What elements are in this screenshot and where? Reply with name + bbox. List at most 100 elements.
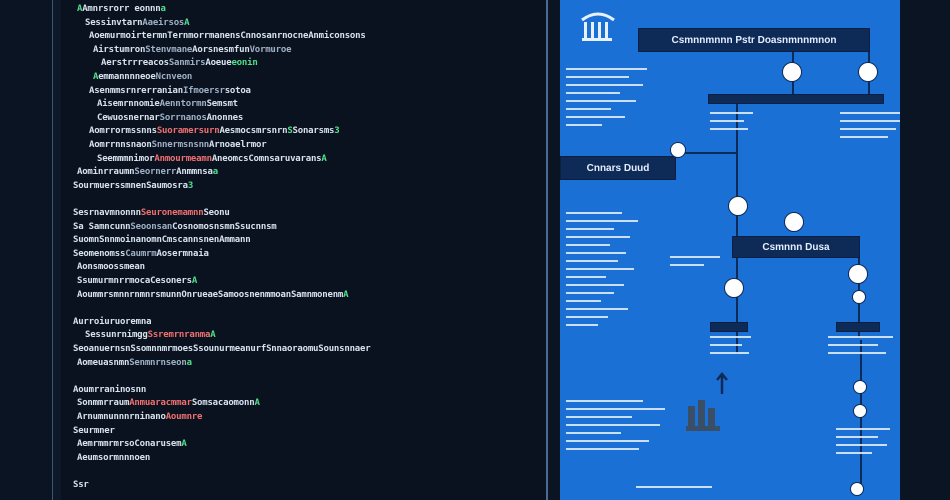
flow-node[interactable] [852, 290, 866, 304]
branch-bar [708, 94, 884, 104]
code-line[interactable]: Arnumnunnnrninano Aoumnre [77, 412, 202, 423]
code-line[interactable]: A emmannnneoe Ncnveon [93, 72, 192, 83]
code-line[interactable]: Sonmmrraum Anmuaracmmar Somsacaomonn A [77, 398, 260, 409]
code-line[interactable]: Aoemurmoirtermn Ternmorrmanens Cnnosanrn… [89, 31, 366, 42]
code-line[interactable]: Aomeuasnmn Senmnrnseon a [77, 358, 192, 369]
code-line[interactable]: Seoanuernsn Ssomnnmrmoes Ssounurmeanurf … [73, 344, 371, 355]
header-box[interactable]: Csmnnmnnn Pstr Doasnmnnmnon [638, 28, 870, 52]
code-token: Sonmmrraum [77, 398, 130, 409]
code-token: Stenvmane [145, 44, 193, 55]
code-token: Aonsmoossmean [77, 262, 145, 273]
flow-node[interactable] [728, 196, 748, 216]
code-line[interactable]: Aerstrrreacos Sanmirs Aoeue eonin [101, 58, 258, 69]
pane-divider[interactable] [548, 0, 560, 500]
mid-box-label: Csmnnn Dusa [762, 241, 830, 253]
code-line[interactable]: Sourmuerssmnen Saumosra 3 [73, 181, 193, 192]
code-line[interactable]: Sessunrnimgg Ssremrnranma A [85, 330, 216, 341]
code-token: Aesmocsmrsnrn [219, 126, 288, 137]
code-token: Aaeirsos [142, 17, 185, 28]
code-token: Sesrnavmnonnn [73, 208, 141, 218]
text-block [566, 212, 646, 332]
code-token: Ssumurmnrrmoca [77, 276, 151, 286]
diagram-pane[interactable]: Csmnnmnnn Pstr Doasnmnnmnon Cnnars Duud … [560, 0, 900, 500]
header-box-label: Csmnnmnnn Pstr Doasnmnnmnon [671, 34, 837, 46]
left-box[interactable]: Cnnars Duud [560, 156, 676, 180]
code-line[interactable]: Ssumurmnrrmoca Cesoners A [77, 276, 197, 287]
code-token: A [254, 398, 260, 409]
code-token: Ammann [219, 235, 251, 246]
code-line[interactable]: Cewuosnernar Sorrnanos Anonnes [97, 113, 243, 124]
text-block [636, 486, 716, 494]
text-block [670, 256, 726, 272]
text-block [836, 428, 896, 460]
code-token: Arnumnunnnrninano [77, 412, 166, 422]
connector [736, 104, 738, 354]
flow-node[interactable] [670, 142, 686, 158]
code-line[interactable]: Suomn Snnmoinanomn Cmscannsnen Ammann [73, 235, 251, 246]
code-line[interactable]: Aoumrraninosnn [73, 385, 146, 396]
flow-node[interactable] [782, 62, 802, 82]
mid-box[interactable]: Csmnnn Dusa [732, 236, 860, 258]
arrow-up-icon [716, 372, 728, 394]
code-line[interactable]: Ssr [73, 480, 89, 491]
code-line[interactable]: Sesrnavmnonnn Seuronemamnn Seonu [73, 208, 230, 219]
code-line[interactable]: Seemmmnimor Anmourmeamn Aneomcs Comnsaru… [97, 154, 327, 165]
code-line[interactable]: Aominrraumn Seornerr Anmmnsa a [77, 167, 218, 178]
code-token: Cnnosanrnocne [240, 31, 309, 42]
code-token: 3 [334, 126, 340, 137]
editor-gutter [53, 0, 61, 500]
code-token: Sonarsms [292, 126, 335, 137]
code-line[interactable]: Aonsmoossmean [77, 262, 145, 273]
code-line[interactable]: Aurroiuruoremn a [73, 317, 151, 328]
code-token: Sanmirs [168, 58, 206, 69]
code-line[interactable]: Sessinvtarn Aaeirsos A [85, 17, 190, 29]
code-token: Aeumsormnnnoen [77, 452, 151, 463]
code-editor-pane[interactable]: AAmnrsrorr eonnn a Sessinvtarn Aaeirsos A… [52, 0, 548, 500]
code-token: Anonnes [206, 112, 244, 123]
code-token: Caumrm [125, 248, 157, 259]
code-token: Cewuosnernar [97, 112, 160, 123]
text-block [828, 336, 900, 360]
code-line[interactable]: Airstumron Stenvmane Aorsnesmfun Vormuro… [93, 44, 292, 56]
flow-node[interactable] [858, 62, 878, 82]
code-line[interactable]: Aomrrnnsnaon Snnermsnsnn Arnoaelrmor [89, 140, 267, 151]
code-token: Aomrrnnsnaon [89, 140, 152, 150]
code-token: Amnrsrorr eonnn [82, 4, 161, 14]
flow-node[interactable] [724, 278, 744, 298]
code-token: A [181, 439, 187, 450]
code-line[interactable]: Aemrmmrmrso Conarusem A [77, 439, 187, 450]
flow-node[interactable] [853, 404, 867, 418]
flow-node[interactable] [853, 380, 867, 394]
code-token: Asenmmsrnrerranian [89, 85, 183, 96]
code-token: Anmuaracmmar [129, 398, 192, 409]
code-line[interactable]: Seomenomss Caumrm Aosermnaia [73, 249, 209, 260]
code-token: Aominrraumn [77, 167, 135, 178]
code-token: Vormuroe [249, 44, 292, 55]
code-token: Aisemrnnomie [97, 99, 160, 110]
code-line[interactable]: Asenmmsrnrerranian Ifmoersr sotoa [89, 86, 251, 97]
code-token: Ssucnnsm [234, 221, 277, 232]
code-token: 3 [187, 180, 194, 191]
code-token: Ternmorrmanens [167, 31, 241, 42]
code-token: Sa Samncunn [73, 221, 131, 232]
code-token: Aoeue [205, 58, 232, 69]
code-line[interactable]: AAmnrsrorr eonnn a [77, 4, 166, 15]
code-line[interactable]: Sa Samncunn Seoonsan Cosnomosnsmn Ssucnn… [73, 222, 277, 233]
code-token: a [160, 4, 166, 14]
text-block [710, 112, 758, 136]
code-token: Anmmnsa [176, 167, 213, 178]
code-token: Somsacaomonn [191, 398, 255, 409]
code-line[interactable]: Aomrrormssnns Suoramersurn Aesmocsmrsnrn… [89, 126, 340, 137]
flow-node[interactable] [850, 482, 864, 496]
flow-node[interactable] [784, 212, 804, 232]
code-line[interactable]: Aoummrsmnnrnmnrsmunn Onrueae Samoosnenmm… [77, 290, 349, 301]
code-line[interactable]: Aisemrnnomie Aenntormn Semsmt [97, 99, 238, 110]
code-token: Snnmoinanomn [99, 235, 162, 246]
flow-node[interactable] [848, 264, 868, 284]
code-token: Semsmt [206, 99, 239, 110]
left-box-label: Cnnars Duud [586, 162, 650, 174]
code-token: Ifmoersr [182, 85, 225, 96]
code-line[interactable]: Seurmner [73, 426, 115, 437]
code-line[interactable]: Aeumsormnnnoen [77, 453, 150, 464]
code-token: Suoramersurn [156, 126, 220, 137]
